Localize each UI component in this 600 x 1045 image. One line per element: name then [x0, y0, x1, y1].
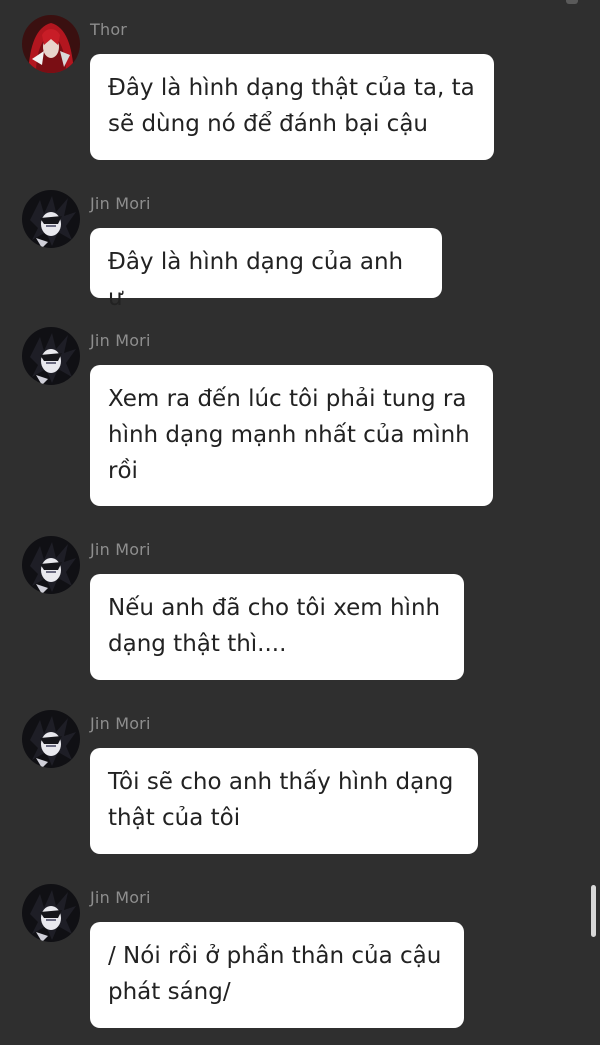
jin-mori-avatar-icon[interactable] — [22, 710, 80, 768]
message-bubble[interactable]: Đây là hình dạng của anh ư — [90, 228, 442, 311]
message-bubble[interactable]: Đây là hình dạng thật của ta, ta sẽ dùng… — [90, 54, 494, 160]
sender-name: Thor — [90, 20, 128, 39]
sender-name: Jin Mori — [90, 194, 151, 213]
message-bubble[interactable]: Xem ra đến lúc tôi phải tung ra hình dạn… — [90, 365, 493, 506]
jin-mori-avatar-icon[interactable] — [22, 190, 80, 248]
sender-name: Jin Mori — [90, 888, 151, 907]
chat-screen: Thor Đây là hình dạng thật của ta, ta sẽ… — [0, 0, 600, 1045]
thor-avatar-icon[interactable] — [22, 15, 80, 73]
sender-name: Jin Mori — [90, 714, 151, 733]
message-bubble[interactable]: Tôi sẽ cho anh thấy hình dạng thật của t… — [90, 748, 478, 854]
sender-name: Jin Mori — [90, 331, 151, 350]
jin-mori-avatar-icon[interactable] — [22, 536, 80, 594]
jin-mori-avatar-icon[interactable] — [22, 884, 80, 942]
sender-name: Jin Mori — [90, 540, 151, 559]
jin-mori-avatar-icon[interactable] — [22, 327, 80, 385]
top-edge-indicator — [566, 0, 578, 4]
message-bubble[interactable]: / Nói rồi ở phần thân của cậu phát sáng/ — [90, 922, 464, 1028]
message-bubble[interactable]: Nếu anh đã cho tôi xem hình dạng thật th… — [90, 574, 464, 680]
scrollbar[interactable] — [591, 885, 596, 937]
